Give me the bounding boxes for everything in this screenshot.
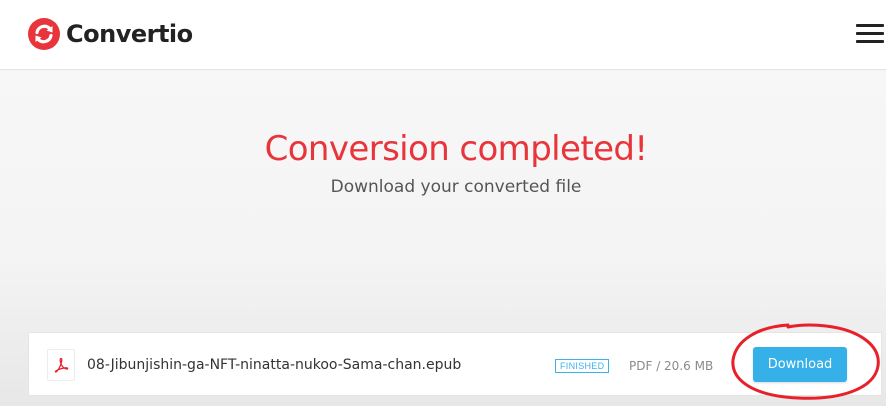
hamburger-menu-icon[interactable] xyxy=(856,22,884,44)
converted-file-row: 08-Jibunjishin-ga-NFT-ninatta-nukoo-Sama… xyxy=(28,332,882,396)
logo[interactable]: Convertio xyxy=(28,17,193,51)
file-name: 08-Jibunjishin-ga-NFT-ninatta-nukoo-Sama… xyxy=(87,357,462,373)
page-subtitle: Download your converted file xyxy=(330,177,582,197)
pdf-file-icon xyxy=(47,349,75,381)
status-badge: FINISHED xyxy=(555,359,610,373)
site-header: Convertio xyxy=(0,0,886,70)
page-title: Conversion completed! xyxy=(264,129,648,169)
file-format-size: PDF / 20.6 MB xyxy=(629,359,714,373)
logo-text: Convertio xyxy=(66,20,193,48)
download-button[interactable]: Download xyxy=(753,347,847,382)
convertio-logo-icon xyxy=(28,18,60,50)
